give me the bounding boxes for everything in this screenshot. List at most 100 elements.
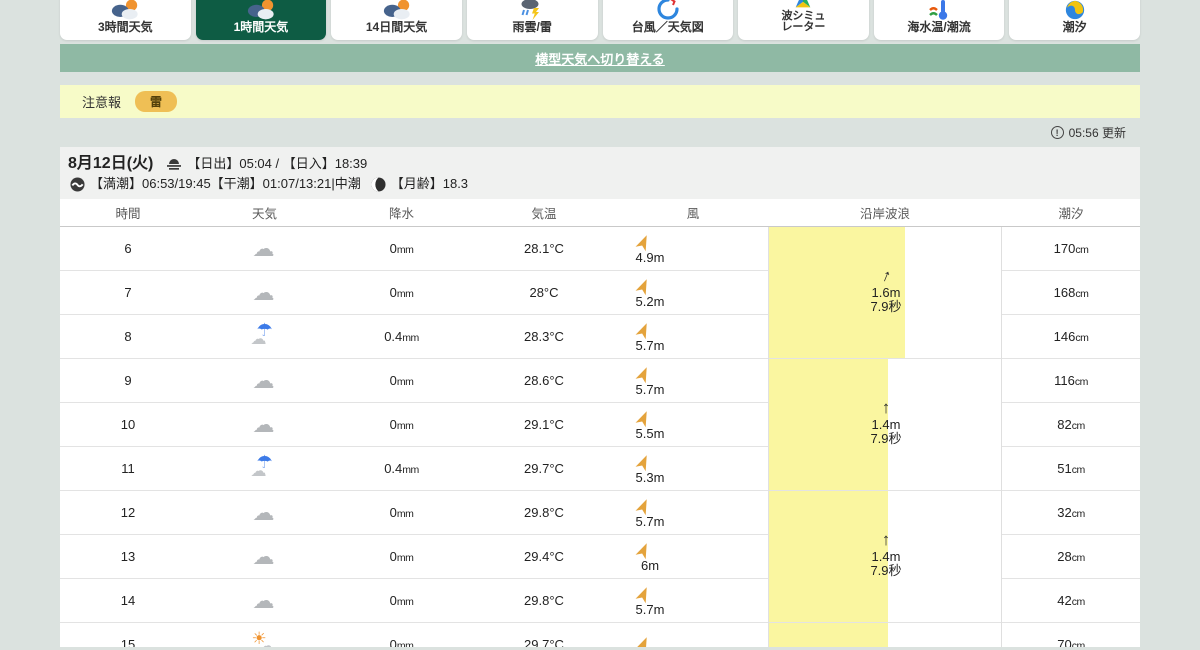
wind-speed-value: 5.7m	[636, 514, 665, 529]
tab-label: 海水温/潮流	[907, 21, 970, 34]
weather-icon	[382, 0, 412, 21]
wind-cell: 5.5m	[618, 409, 768, 441]
precip-value: 0.4mm	[333, 329, 470, 344]
column-header: 時間	[60, 203, 196, 222]
tab-label: 3時間天気	[98, 21, 153, 34]
hour-value: 10	[60, 417, 196, 432]
wind-speed-value: 5.7m	[636, 382, 665, 397]
weather-cell: ☁	[196, 280, 333, 306]
cloudy-icon: ☁	[248, 368, 282, 394]
rain-lightning-icon	[520, 0, 544, 21]
wind-cell: 5.7m	[618, 321, 768, 353]
tab-label: 波シミュレーター	[781, 11, 825, 34]
precip-value: 0mm	[333, 637, 470, 647]
switch-layout-link[interactable]: 横型天気へ切り替える	[535, 49, 665, 68]
cloudy-icon: ☁	[248, 500, 282, 526]
tab-wavesim[interactable]: 波シミュレーター	[738, 0, 869, 40]
tab-seatemp[interactable]: 海水温/潮流	[874, 0, 1005, 40]
column-header: 気温	[470, 203, 618, 222]
date-title: 8月12日(火)	[68, 154, 153, 174]
column-header: 潮汐	[1002, 203, 1140, 222]
weather-cell: ☁	[196, 236, 333, 262]
precip-value: 0mm	[333, 241, 470, 256]
wave-height-bar	[769, 623, 888, 647]
wave-label: ↑1.4m7.9秒	[851, 399, 921, 446]
precip-value: 0mm	[333, 373, 470, 388]
temp-value: 29.7°C	[470, 637, 618, 647]
column-header: 降水	[333, 203, 470, 222]
forecast-card: 8月12日(火) 【日出】05:04 / 【日入】18:39 【満潮】06:53…	[60, 147, 1140, 647]
wind-cell: 5.3m	[618, 453, 768, 485]
tide-value: 170cm	[1002, 241, 1140, 256]
wind-speed-value: 6m	[641, 558, 659, 573]
column-header: 沿岸波浪	[768, 203, 1002, 222]
temp-value: 28.1°C	[470, 241, 618, 256]
moon-icon	[371, 177, 386, 192]
hour-value: 14	[60, 593, 196, 608]
tide-wave-icon	[70, 177, 85, 192]
precip-value: 0mm	[333, 505, 470, 520]
sea-temp-icon	[927, 0, 951, 21]
table-body: 6☁0mm28.1°C4.9m170cm7☁0mm28°C5.2m168cm8☁…	[60, 227, 1140, 647]
temp-value: 29.8°C	[470, 505, 618, 520]
coastal-wave-chart: ↑1.6m7.9秒↑1.4m7.9秒↑1.4m7.9秒	[768, 227, 1002, 647]
cloudy-icon: ☁	[248, 588, 282, 614]
wind-speed-value: 4.9m	[636, 250, 665, 265]
advisory-label: 注意報	[82, 92, 121, 111]
weather-cell: ☁	[196, 368, 333, 394]
precip-value: 0.4mm	[333, 461, 470, 476]
tab-14d[interactable]: 14日間天気	[331, 0, 462, 40]
table-header: 時間天気降水気温風沿岸波浪潮汐	[60, 199, 1140, 227]
tab-label: 雨雲/雷	[513, 21, 552, 34]
tab-typhoon[interactable]: 台風／天気図	[603, 0, 734, 40]
rain-umbrella-icon: ☁☂	[248, 324, 282, 350]
advisory-bar: 注意報 雷	[60, 85, 1140, 118]
wave-direction-arrow-icon: ↑	[882, 399, 891, 418]
wave-period-value: 7.9秒	[851, 300, 921, 314]
wind-cell	[618, 635, 768, 647]
tab-label: 台風／天気図	[632, 21, 704, 34]
wind-speed-value: 5.7m	[636, 338, 665, 353]
updated-time: 05:56 更新	[1069, 124, 1126, 141]
wave-direction-arrow-icon: ↑	[879, 266, 894, 287]
tab-tide[interactable]: 潮汐	[1009, 0, 1140, 40]
tide-value: 51cm	[1002, 461, 1140, 476]
hour-value: 9	[60, 373, 196, 388]
tide-value: 146cm	[1002, 329, 1140, 344]
tab-1h[interactable]: 1時間天気	[196, 0, 327, 40]
tide-value: 28cm	[1002, 549, 1140, 564]
tide-value: 32cm	[1002, 505, 1140, 520]
wind-cell: 4.9m	[618, 233, 768, 265]
temp-value: 29.8°C	[470, 593, 618, 608]
weather-cell: ☀☁	[196, 632, 333, 648]
cloudy-icon: ☁	[248, 412, 282, 438]
weather-cell: ☁☂	[196, 456, 333, 482]
sun-times: 【日出】05:04 / 【日入】18:39	[187, 154, 367, 174]
tab-radar[interactable]: 雨雲/雷	[467, 0, 598, 40]
wave-height-value: 1.4m	[851, 418, 921, 432]
advisory-badge-thunder[interactable]: 雷	[135, 91, 177, 112]
info-icon: !	[1051, 126, 1064, 139]
weather-page: 3時間天気 1時間天気14日間天気雨雲/雷 台風／天気図 波シミュレーター 海水温/潮流…	[60, 0, 1140, 647]
weather-icon	[110, 0, 140, 21]
moon-age: 【月齢】18.3	[391, 174, 468, 194]
weather-cell: ☁☂	[196, 324, 333, 350]
wave-label: ↑1.4m7.9秒	[851, 531, 921, 578]
partly-sunny-icon: ☀☁	[248, 632, 282, 648]
tide-value: 168cm	[1002, 285, 1140, 300]
weather-cell: ☁	[196, 588, 333, 614]
tide-value: 42cm	[1002, 593, 1140, 608]
tide-icon	[1064, 0, 1086, 21]
precip-value: 0mm	[333, 417, 470, 432]
cloudy-icon: ☁	[248, 280, 282, 306]
cloudy-icon: ☁	[248, 544, 282, 570]
hour-value: 12	[60, 505, 196, 520]
wave-period-value: 7.9秒	[851, 432, 921, 446]
temp-value: 28°C	[470, 285, 618, 300]
tab-3h[interactable]: 3時間天気	[60, 0, 191, 40]
tab-label: 潮汐	[1063, 21, 1087, 34]
column-header: 風	[618, 203, 768, 222]
wave-height-value: 1.6m	[851, 286, 921, 300]
weather-cell: ☁	[196, 500, 333, 526]
hour-value: 8	[60, 329, 196, 344]
